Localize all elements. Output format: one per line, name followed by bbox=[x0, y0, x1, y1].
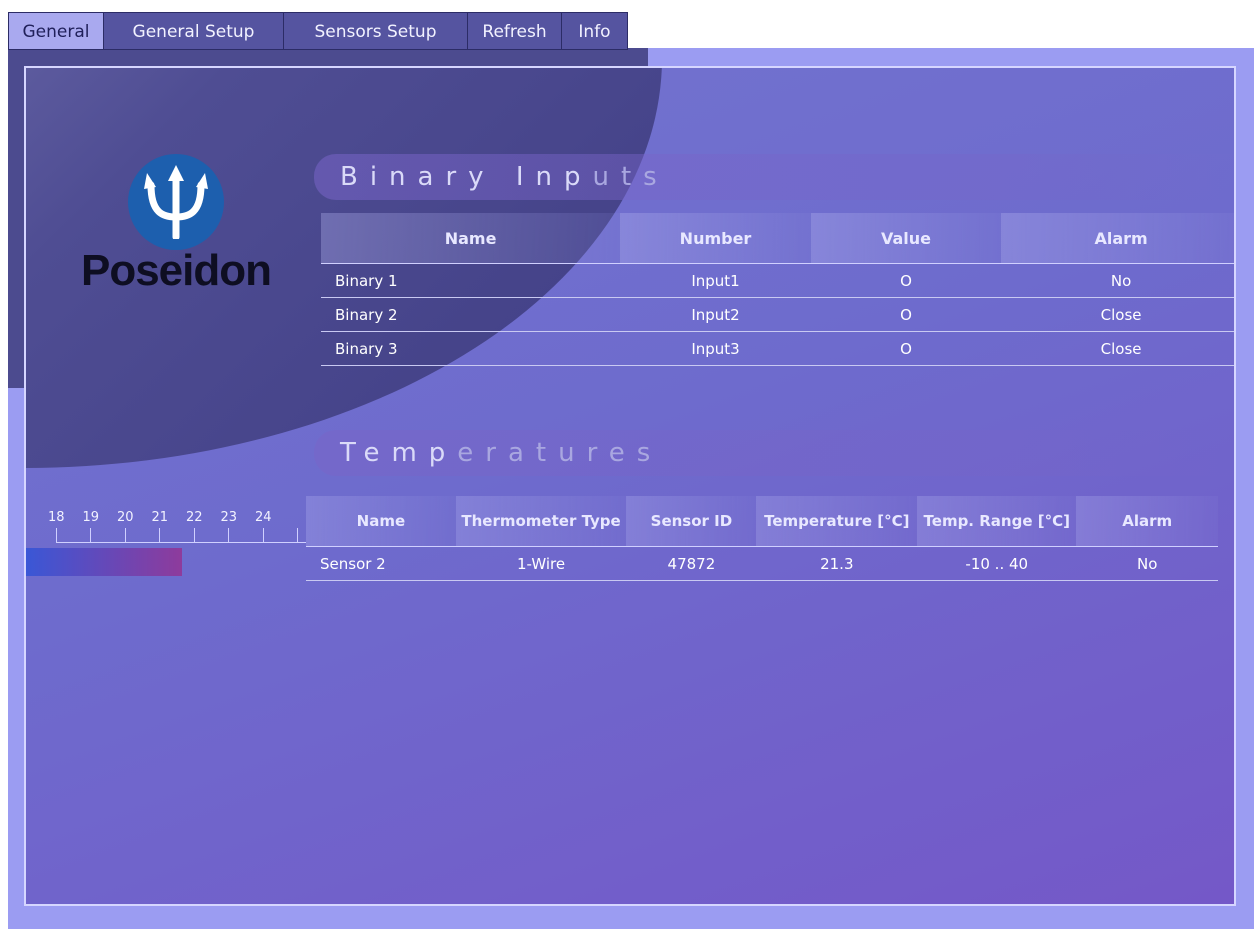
scale-label: 22 bbox=[186, 510, 203, 525]
cell-name: Binary 2 bbox=[321, 297, 621, 332]
cell-number: Input1 bbox=[620, 263, 811, 298]
header-name: Name bbox=[321, 213, 621, 264]
cell-name: Binary 1 bbox=[321, 263, 621, 298]
scale-label: 21 bbox=[151, 510, 169, 525]
cell-type: 1-Wire bbox=[455, 546, 627, 581]
cell-range: -10 .. 40 bbox=[917, 546, 1077, 581]
cell-number: Input2 bbox=[620, 297, 811, 332]
scale-label: 20 bbox=[117, 510, 134, 525]
cell-temperature: 21.3 bbox=[756, 546, 918, 581]
header-value: Value bbox=[810, 213, 1002, 264]
brand-name: Poseidon bbox=[80, 246, 272, 295]
scale-tick bbox=[159, 528, 160, 542]
cell-value: O bbox=[810, 331, 1002, 366]
cell-name: Binary 3 bbox=[321, 331, 621, 366]
cell-alarm: Close bbox=[1001, 297, 1234, 332]
tab-info[interactable]: Info bbox=[562, 12, 628, 50]
cell-number: Input3 bbox=[620, 331, 811, 366]
header-temp-range: Temp. Range [°C] bbox=[917, 496, 1077, 547]
table-row: Binary 1 Input1 O No bbox=[321, 263, 1234, 298]
temperatures-title: Temperatures bbox=[314, 430, 1234, 476]
scale-tick bbox=[228, 528, 229, 542]
scale-tick bbox=[194, 528, 195, 542]
temperature-bar bbox=[26, 548, 182, 576]
outer-frame: Poseidon Binary Inputs Name Number Value… bbox=[8, 48, 1254, 929]
main-panel: Poseidon Binary Inputs Name Number Value… bbox=[24, 66, 1236, 906]
temperatures-table: Name Thermometer Type Sensor ID Temperat… bbox=[306, 496, 1218, 581]
header-temperature: Temperature [°C] bbox=[756, 496, 918, 547]
header-name: Name bbox=[306, 496, 456, 547]
scale-label: 18 bbox=[48, 510, 65, 525]
tab-bar: General General Setup Sensors Setup Refr… bbox=[8, 12, 628, 50]
tab-general-setup[interactable]: General Setup bbox=[104, 12, 284, 50]
temperatures-title-main: Temp bbox=[340, 438, 458, 468]
binary-inputs-title-main: Binary Inp bbox=[340, 162, 593, 192]
scale-tick bbox=[90, 528, 91, 542]
tab-sensors-setup[interactable]: Sensors Setup bbox=[284, 12, 468, 50]
scale-label: 19 bbox=[82, 510, 100, 525]
cell-alarm: No bbox=[1001, 263, 1234, 298]
cell-alarm: Close bbox=[1001, 331, 1234, 366]
header-thermometer-type: Thermometer Type bbox=[455, 496, 627, 547]
binary-inputs-table: Name Number Value Alarm Binary 1 Input1 … bbox=[321, 213, 1234, 366]
temperatures-title-dim: eratures bbox=[457, 438, 663, 468]
scale-label: 24 bbox=[255, 510, 272, 525]
cell-name: Sensor 2 bbox=[306, 546, 456, 581]
tab-general[interactable]: General bbox=[8, 12, 104, 50]
binary-inputs-title: Binary Inputs bbox=[314, 154, 1234, 200]
cell-sensor-id: 47872 bbox=[626, 546, 757, 581]
trident-icon bbox=[128, 154, 224, 250]
header-alarm: Alarm bbox=[1001, 213, 1234, 264]
temperature-scale: 18 19 20 21 22 23 24 bbox=[26, 498, 306, 543]
scale-tick bbox=[56, 528, 57, 542]
header-number: Number bbox=[620, 213, 811, 264]
cell-value: O bbox=[810, 297, 1002, 332]
binary-inputs-title-dim: uts bbox=[592, 162, 669, 192]
header-sensor-id: Sensor ID bbox=[626, 496, 757, 547]
cell-alarm: No bbox=[1076, 546, 1218, 581]
cell-value: O bbox=[810, 263, 1002, 298]
table-row: Binary 3 Input3 O Close bbox=[321, 331, 1234, 366]
header-alarm: Alarm bbox=[1076, 496, 1218, 547]
scale-tick bbox=[125, 528, 126, 542]
scale-tick bbox=[263, 528, 264, 542]
tab-refresh[interactable]: Refresh bbox=[468, 12, 562, 50]
brand-logo: Poseidon bbox=[66, 154, 286, 296]
scale-tick bbox=[297, 528, 298, 542]
table-row: Binary 2 Input2 O Close bbox=[321, 297, 1234, 332]
scale-label: 23 bbox=[220, 510, 238, 525]
table-row: Sensor 2 1-Wire 47872 21.3 -10 .. 40 No bbox=[306, 546, 1218, 581]
scale-ticks bbox=[56, 528, 306, 543]
